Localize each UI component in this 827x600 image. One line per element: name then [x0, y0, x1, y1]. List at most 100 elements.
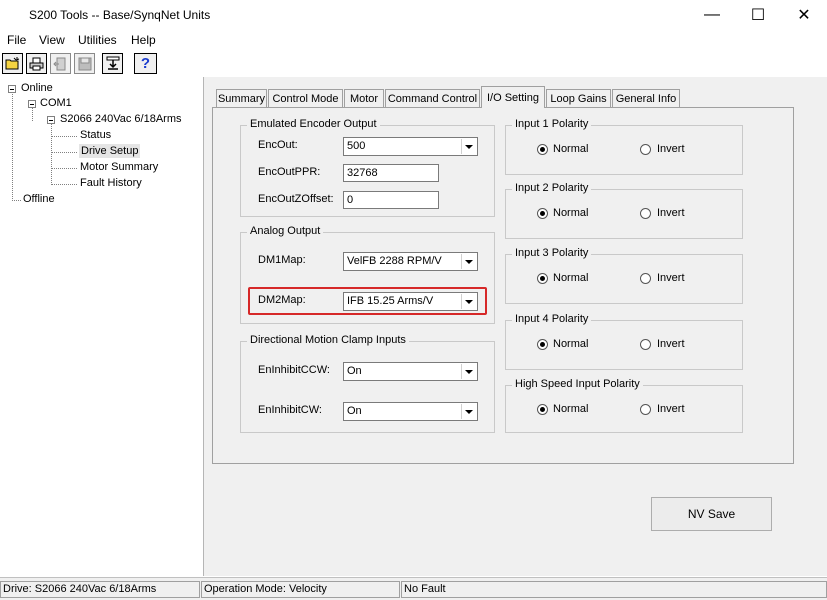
tree-item-com1[interactable]: COM1 — [40, 97, 72, 109]
download-icon — [106, 56, 119, 70]
eninhibitccw-label: EnInhibitCCW: — [258, 364, 330, 376]
disconnect-button[interactable] — [50, 53, 71, 74]
input3-polarity-title: Input 3 Polarity — [512, 247, 592, 259]
maximize-button[interactable]: ☐ — [735, 0, 781, 30]
encout-dropdown[interactable]: 500 — [343, 137, 478, 156]
collapse-com1-icon[interactable] — [28, 100, 36, 108]
highspeed-normal-label: Normal — [553, 403, 589, 415]
input1-normal-label: Normal — [553, 143, 589, 155]
input1-invert-radio[interactable] — [640, 144, 651, 155]
eninhibitcw-dropdown[interactable]: On — [343, 402, 478, 421]
encoutzoffset-value: 0 — [347, 194, 354, 206]
input4-invert-radio[interactable] — [640, 339, 651, 350]
save-disk-icon — [78, 57, 91, 70]
encoutzoffset-input[interactable]: 0 — [343, 191, 439, 209]
door-icon — [53, 57, 66, 70]
tab-general-info[interactable]: General Info — [612, 89, 680, 108]
tab-command-control[interactable]: Command Control — [385, 89, 480, 108]
clamp-group-title: Directional Motion Clamp Inputs — [247, 334, 409, 346]
encout-label: EncOut: — [258, 139, 298, 151]
menu-file[interactable]: File — [7, 33, 26, 47]
input4-polarity-title: Input 4 Polarity — [512, 313, 592, 325]
tree-item-drive[interactable]: S2066 240Vac 6/18Arms — [60, 113, 181, 125]
input1-normal-radio[interactable] — [537, 144, 548, 155]
eninhibitcw-value: On — [347, 405, 362, 417]
dm1map-value: VelFB 2288 RPM/V — [347, 255, 442, 267]
save-button[interactable] — [74, 53, 95, 74]
status-operation-mode: Operation Mode: Velocity — [201, 581, 400, 598]
title-bar: S200 Tools -- Base/SynqNet Units — ☐ ✕ — [0, 0, 827, 30]
input3-invert-label: Invert — [657, 272, 685, 284]
help-button[interactable]: ? — [134, 53, 157, 74]
input4-normal-radio[interactable] — [537, 339, 548, 350]
input2-invert-radio[interactable] — [640, 208, 651, 219]
analog-group-title: Analog Output — [247, 225, 324, 237]
chevron-down-icon[interactable] — [461, 404, 476, 419]
tree-item-status[interactable]: Status — [80, 129, 111, 141]
download-button[interactable] — [102, 53, 123, 74]
minimize-button[interactable]: — — [689, 0, 735, 30]
input4-normal-label: Normal — [553, 338, 589, 350]
eninhibitcw-label: EnInhibitCW: — [258, 404, 322, 416]
dm2map-highlight-box — [248, 287, 487, 315]
tab-motor[interactable]: Motor — [344, 89, 384, 108]
minimize-icon: — — [704, 6, 720, 23]
collapse-online-icon[interactable] — [8, 85, 16, 93]
encout-value: 500 — [347, 140, 366, 152]
dm1map-label: DM1Map: — [258, 254, 306, 266]
nv-save-button[interactable]: NV Save — [651, 497, 772, 531]
close-button[interactable]: ✕ — [781, 0, 827, 30]
input1-invert-label: Invert — [657, 143, 685, 155]
close-icon: ✕ — [797, 7, 811, 24]
tree-connector — [12, 91, 13, 201]
tab-summary[interactable]: Summary — [216, 89, 267, 108]
tab-loop-gains[interactable]: Loop Gains — [546, 89, 611, 108]
printer-icon — [29, 57, 44, 70]
tree-item-offline[interactable]: Offline — [23, 193, 55, 205]
input2-polarity-title: Input 2 Polarity — [512, 182, 592, 194]
tree-connector — [51, 168, 77, 169]
help-question-icon: ? — [140, 55, 151, 72]
tree-connector — [51, 184, 77, 185]
eninhibitccw-value: On — [347, 365, 362, 377]
encoutppr-input[interactable]: 32768 — [343, 164, 439, 182]
maximize-icon: ☐ — [750, 7, 766, 24]
input2-normal-radio[interactable] — [537, 208, 548, 219]
status-fault: No Fault — [401, 581, 827, 598]
highspeed-normal-radio[interactable] — [537, 404, 548, 415]
input2-normal-label: Normal — [553, 207, 589, 219]
chevron-down-icon[interactable] — [461, 364, 476, 379]
input2-invert-label: Invert — [657, 207, 685, 219]
menu-bar: File View Utilities Help — [0, 30, 827, 50]
window-title: S200 Tools -- Base/SynqNet Units — [29, 8, 211, 22]
tree-item-drive-setup[interactable]: Drive Setup — [79, 144, 141, 158]
menu-view[interactable]: View — [39, 33, 65, 47]
input4-invert-label: Invert — [657, 338, 685, 350]
chevron-down-icon[interactable] — [461, 139, 476, 154]
menu-help[interactable]: Help — [131, 33, 156, 47]
chevron-down-icon[interactable] — [461, 254, 476, 269]
tree-connector — [51, 152, 77, 153]
dm1map-dropdown[interactable]: VelFB 2288 RPM/V — [343, 252, 478, 271]
eninhibitccw-dropdown[interactable]: On — [343, 362, 478, 381]
encoder-group-title: Emulated Encoder Output — [247, 118, 380, 130]
tree-item-motor-summary[interactable]: Motor Summary — [80, 161, 158, 173]
highspeed-invert-radio[interactable] — [640, 404, 651, 415]
input3-normal-radio[interactable] — [537, 273, 548, 284]
menu-utilities[interactable]: Utilities — [78, 33, 117, 47]
input1-polarity-title: Input 1 Polarity — [512, 118, 592, 130]
tab-control-mode[interactable]: Control Mode — [268, 89, 343, 108]
open-button[interactable] — [2, 53, 23, 74]
encoutppr-value: 32768 — [347, 167, 378, 179]
input3-invert-radio[interactable] — [640, 273, 651, 284]
input3-normal-label: Normal — [553, 272, 589, 284]
tree-item-fault-history[interactable]: Fault History — [80, 177, 142, 189]
collapse-drive-icon[interactable] — [47, 116, 55, 124]
tab-io-setting[interactable]: I/O Setting — [481, 86, 545, 108]
open-folder-icon — [5, 57, 20, 70]
tree-item-online[interactable]: Online — [21, 82, 53, 94]
print-button[interactable] — [26, 53, 47, 74]
toolbar: ? — [0, 51, 827, 78]
tree-connector — [32, 107, 33, 121]
tree-connector — [12, 200, 21, 201]
